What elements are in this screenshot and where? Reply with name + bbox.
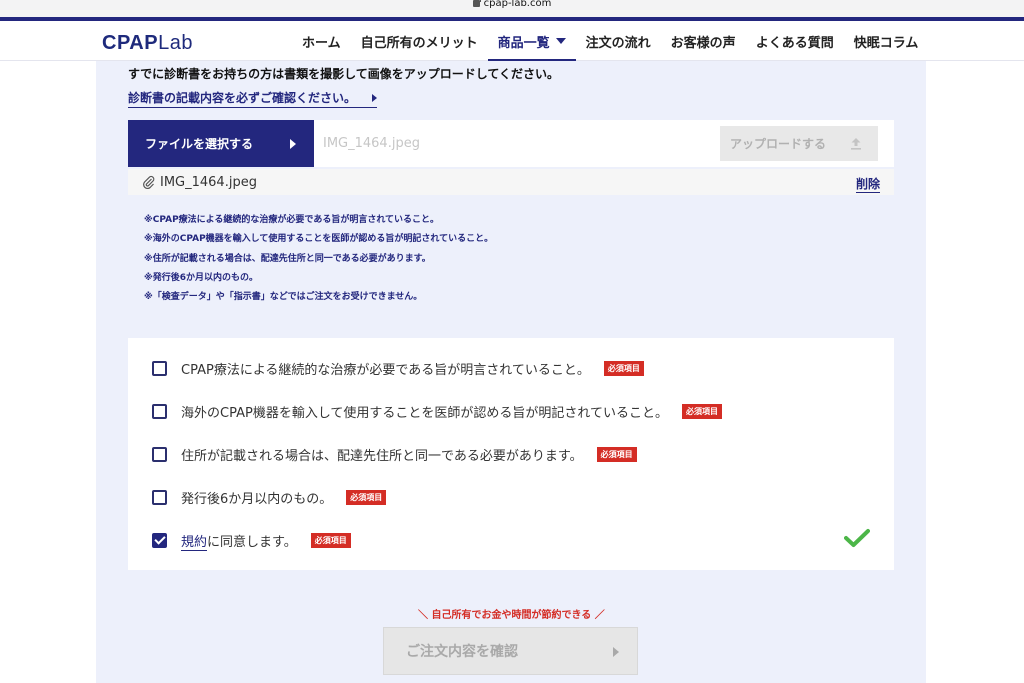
lock-icon [472, 0, 481, 7]
confirm-order-button[interactable]: ご注文内容を確認 [383, 627, 638, 675]
selected-file-name: IMG_1464.jpeg [323, 136, 420, 151]
nav-voices-label: お客様の声 [670, 35, 736, 51]
nav-merits[interactable]: 自己所有のメリット [351, 21, 488, 61]
delete-file-link[interactable]: 削除 [855, 175, 880, 193]
upload-label: アップロードする [730, 137, 827, 151]
site-logo[interactable]: CPAPLab [102, 32, 193, 55]
check-label: 発行後6か月以内のもの。 [181, 491, 333, 507]
main-nav: ホーム 自己所有のメリット 商品一覧 注文の流れ お客様の声 よくある質問 快眠… [292, 21, 929, 62]
check-label: 海外のCPAP機器を輸入して使用することを医師が認める旨が明記されていること。 [181, 405, 669, 421]
confirmation-checklist: CPAP療法による継続的な治療が必要である旨が明言されていること。 必須項目 海… [128, 338, 894, 570]
checkmark-icon [844, 529, 870, 547]
check-row-treatment[interactable]: CPAP療法による継続的な治療が必要である旨が明言されていること。 必須項目 [152, 358, 644, 378]
attached-file-name: IMG_1464.jpeg [160, 175, 257, 190]
url-text: cpap-lab.com [483, 0, 552, 9]
choose-file-button[interactable]: ファイルを選択する [128, 120, 314, 167]
upload-button[interactable]: アップロードする [720, 126, 878, 161]
confirm-order-label: ご注文内容を確認 [406, 644, 518, 660]
requirement-notes: ※CPAP療法による継続的な治療が必要である旨が明言されていること。 ※海外のC… [144, 211, 493, 307]
nav-order-flow[interactable]: 注文の流れ [576, 21, 661, 61]
file-uploader: ファイルを選択する IMG_1464.jpeg アップロードする [128, 120, 894, 167]
check-note-label: 診断書の記載内容を必ずご確認ください。 [128, 91, 357, 105]
attached-file-row: IMG_1464.jpeg 削除 [128, 169, 894, 195]
check-row-issued[interactable]: 発行後6か月以内のもの。 必須項目 [152, 487, 387, 507]
nav-column-label: 快眠コラム [853, 35, 919, 51]
nav-merits-label: 自己所有のメリット [360, 35, 478, 51]
check-label: CPAP療法による継続的な治療が必要である旨が明言されていること。 [181, 362, 590, 378]
required-badge: 必須項目 [596, 446, 637, 462]
logo-main: CPAP [102, 32, 159, 54]
note-item: ※CPAP療法による継続的な治療が必要である旨が明言されていること。 [144, 215, 440, 225]
browser-url-bar[interactable]: cpap-lab.com [0, 0, 1024, 17]
terms-agree-text: に同意します。 [207, 534, 297, 550]
required-badge: 必須項目 [346, 489, 387, 505]
paperclip-icon [143, 175, 155, 189]
nav-voices[interactable]: お客様の声 [661, 21, 746, 61]
note-item: ※発行後6か月以内のもの。 [144, 272, 259, 283]
required-badge: 必須項目 [682, 403, 723, 419]
site-header: CPAPLab ホーム 自己所有のメリット 商品一覧 注文の流れ お客様の声 よ… [0, 21, 1024, 62]
check-row-address[interactable]: 住所が記載される場合は、配達先住所と同一である必要があります。 必須項目 [152, 444, 637, 464]
checkbox-import[interactable] [152, 403, 167, 419]
terms-link[interactable]: 規約 [181, 534, 208, 551]
checkbox-terms[interactable] [152, 532, 167, 548]
nav-home[interactable]: ホーム [292, 21, 351, 61]
check-label-terms: 規約に同意します。 [181, 531, 297, 551]
logo-sub: Lab [158, 32, 193, 54]
save-message: ＼ 自己所有でお金や時間が節約できる ／ [418, 610, 605, 621]
check-row-import[interactable]: 海外のCPAP機器を輸入して使用することを医師が認める旨が明記されていること。 … [152, 401, 723, 421]
check-label: 住所が記載される場合は、配達先住所と同一である必要があります。 [181, 448, 583, 464]
nav-order-flow-label: 注文の流れ [585, 35, 651, 51]
choose-file-label: ファイルを選択する [145, 137, 254, 151]
required-badge: 必須項目 [310, 532, 351, 548]
checkbox-treatment[interactable] [152, 360, 167, 376]
note-item: ※「検査データ」や「指示書」などではご注文をお受けできません。 [144, 292, 423, 303]
note-item: ※海外のCPAP機器を輸入して使用することを医師が認める旨が明記されていること。 [144, 234, 494, 245]
nav-column[interactable]: 快眠コラム [844, 21, 929, 61]
nav-faq[interactable]: よくある質問 [746, 21, 844, 61]
arrow-right-icon [372, 93, 378, 102]
nav-home-label: ホーム [302, 35, 341, 51]
check-note-link[interactable]: 診断書の記載内容を必ずご確認ください。 [128, 89, 378, 108]
check-row-terms[interactable]: 規約に同意します。 必須項目 [152, 530, 351, 551]
chevron-down-icon [555, 38, 566, 44]
upload-icon [851, 138, 861, 150]
nav-products[interactable]: 商品一覧 [487, 21, 576, 62]
required-badge: 必須項目 [603, 360, 644, 376]
nav-products-label: 商品一覧 [497, 35, 550, 51]
arrow-right-icon [613, 647, 619, 657]
checkbox-issued[interactable] [152, 489, 167, 505]
checkbox-address[interactable] [152, 446, 167, 462]
arrow-right-icon [290, 139, 296, 149]
note-item: ※住所が記載される場合は、配達先住所と同一である必要があります。 [144, 253, 431, 264]
nav-faq-label: よくある質問 [755, 35, 834, 51]
upload-intro: すでに診断書をお持ちの方は書類を撮影して画像をアップロードしてください。 [128, 67, 560, 81]
